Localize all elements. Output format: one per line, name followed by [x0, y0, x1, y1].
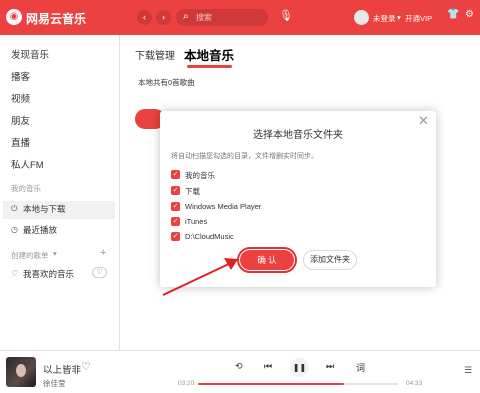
- checkbox-checked-icon[interactable]: ✓: [171, 186, 180, 195]
- time-total: 04:33: [406, 380, 423, 387]
- sidebar: 发现音乐 播客 视频 朋友 直播 私人FM 我的音乐 ⏻ 本地与下载 ◷ 最近播…: [0, 35, 120, 350]
- chevron-down-icon[interactable]: ▾: [397, 13, 401, 22]
- artist-name[interactable]: 徐佳莹: [43, 378, 66, 389]
- app-title: 网易云音乐: [26, 12, 87, 26]
- tab-download-manage[interactable]: 下载管理: [135, 47, 175, 62]
- confirm-button[interactable]: 确 认: [237, 247, 297, 273]
- plus-icon[interactable]: +: [100, 247, 106, 259]
- add-folder-button[interactable]: 添加文件夹: [303, 250, 357, 270]
- playlist-item-liked[interactable]: 我喜欢的音乐: [23, 268, 74, 280]
- pause-button[interactable]: ❚❚: [290, 358, 309, 377]
- netease-logo-icon[interactable]: ◉: [6, 9, 22, 25]
- section-label-my-music: 我的音乐: [11, 184, 41, 193]
- search-input[interactable]: [196, 11, 264, 24]
- sidebar-item-friends[interactable]: 朋友: [11, 113, 30, 127]
- download-icon: ⏻: [11, 204, 18, 213]
- progress-fill: [198, 383, 344, 385]
- sidebar-item-live[interactable]: 直播: [11, 135, 30, 149]
- progress-track[interactable]: [198, 383, 398, 385]
- checkbox-checked-icon[interactable]: ✓: [171, 170, 180, 179]
- select-folder-dialog: 选择本地音乐文件夹 ✕ 将自动扫描您勾选的目录，文件增删实时同步。 ✓ 我的音乐…: [160, 111, 436, 287]
- search-icon: ⌕: [183, 11, 189, 22]
- clock-icon: ◷: [11, 225, 18, 234]
- repeat-icon[interactable]: ⟲: [235, 361, 243, 372]
- next-icon[interactable]: ⏭: [326, 361, 334, 372]
- lyrics-button[interactable]: 词: [356, 361, 365, 374]
- folder-label: iTunes: [185, 217, 208, 226]
- heart-icon: ♡: [11, 269, 19, 278]
- sidebar-item-podcast[interactable]: 播客: [11, 69, 30, 83]
- folder-label: Windows Media Player: [185, 202, 262, 211]
- dialog-description: 将自动扫描您勾选的目录，文件增删实时同步。: [171, 153, 318, 160]
- gear-icon[interactable]: ⚙: [465, 9, 474, 20]
- checkbox-checked-icon[interactable]: ✓: [171, 202, 180, 211]
- skin-icon[interactable]: 👕: [447, 9, 459, 20]
- song-count-text: 本地共有0首歌曲: [138, 78, 195, 87]
- checkbox-checked-icon[interactable]: ✓: [171, 232, 180, 241]
- avatar[interactable]: [354, 10, 369, 25]
- player-bar: 以上皆非 ♡ 徐佳莹 ⟲ ⏮ ❚❚ ⏭ 词 03:20 04:33 ☰: [0, 350, 480, 393]
- playlist-icon[interactable]: ☰: [464, 365, 472, 376]
- dialog-title: 选择本地音乐文件夹: [253, 130, 343, 141]
- login-status-text[interactable]: 未登录: [373, 13, 396, 24]
- tab-active-underline: [187, 65, 232, 68]
- checkbox-checked-icon[interactable]: ✓: [171, 217, 180, 226]
- folder-label: 我的音乐: [185, 171, 215, 180]
- tab-local-music[interactable]: 本地音乐: [184, 45, 234, 64]
- chevron-right-icon[interactable]: ›: [156, 10, 171, 25]
- song-title[interactable]: 以上皆非: [43, 362, 81, 376]
- previous-icon[interactable]: ⏮: [264, 361, 272, 372]
- section-label-created-playlists: 创建的歌单: [11, 251, 49, 260]
- folder-label: 下载: [185, 187, 200, 196]
- title-bar: ◉ 网易云音乐 ‹ › ⌕ 🎙 未登录 ▾ 开通VIP 👕 ⚙: [0, 0, 480, 35]
- vip-link[interactable]: 开通VIP: [405, 13, 432, 24]
- sidebar-item-video[interactable]: 视频: [11, 91, 30, 105]
- sidebar-item-fm[interactable]: 私人FM: [11, 157, 44, 171]
- sidebar-item-recent[interactable]: 最近播放: [23, 224, 57, 236]
- album-cover-face: [16, 364, 26, 377]
- heart-mode-icon[interactable]: ♡: [92, 267, 107, 278]
- heart-icon[interactable]: ♡: [81, 360, 91, 373]
- time-current: 03:20: [178, 380, 195, 387]
- folder-label: D:\CloudMusic: [185, 232, 234, 241]
- album-cover[interactable]: [6, 357, 36, 387]
- chevron-left-icon[interactable]: ‹: [137, 10, 152, 25]
- chevron-down-icon[interactable]: ▾: [53, 249, 57, 258]
- sidebar-item-discover[interactable]: 发现音乐: [11, 47, 49, 61]
- sidebar-item-local-download[interactable]: 本地与下载: [23, 203, 66, 215]
- search-box[interactable]: ⌕: [176, 9, 268, 26]
- microphone-icon[interactable]: 🎙: [279, 9, 293, 22]
- close-icon[interactable]: ✕: [418, 113, 429, 129]
